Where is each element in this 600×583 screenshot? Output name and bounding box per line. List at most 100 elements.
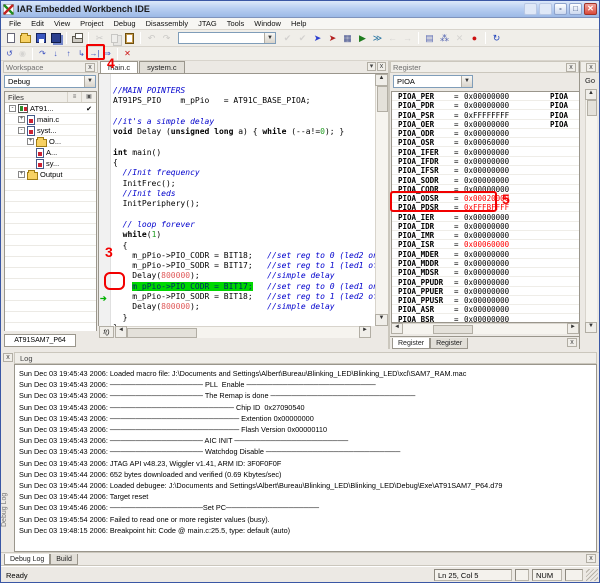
code-line-18[interactable]: m_pPio->PIO_SODR = BIT17; //set reg to 1…	[113, 261, 375, 271]
register-row-pioa_ifdr[interactable]: PIOA_IFDR=0x00000000	[392, 157, 579, 166]
code-line-5[interactable]: void Delay (unsigned long a) { while (--…	[113, 127, 344, 137]
register-row-pioa_pdsr[interactable]: PIOA_PDSR=0xFFFBFFFF	[392, 203, 579, 212]
close-button[interactable]: ✕	[584, 3, 597, 15]
register-row-pioa_per[interactable]: PIOA_PER=0x00000000PIOA	[392, 92, 579, 101]
workspace-config-dropdown[interactable]: Debug ▼	[4, 75, 96, 88]
tab-system-c[interactable]: system.c	[139, 61, 185, 73]
titlebar-extra-button-2[interactable]	[539, 3, 552, 15]
collapse-icon[interactable]: -	[18, 127, 25, 134]
find-next-button[interactable]: ✔	[295, 31, 310, 45]
log-close-icon[interactable]: x	[3, 353, 13, 362]
register-scroll-left-icon[interactable]: ◄	[391, 323, 403, 334]
restart-debugger-button[interactable]: ↻	[489, 31, 504, 45]
code-line-23[interactable]: }	[113, 313, 127, 323]
workspace-close-icon[interactable]: x	[85, 63, 95, 72]
menu-view[interactable]: View	[49, 18, 75, 30]
step-out-button[interactable]: ↑	[62, 48, 75, 60]
code-line-8[interactable]: {	[113, 158, 118, 168]
disassembly-close-icon[interactable]: x	[586, 63, 596, 72]
chevron-down-icon[interactable]: ▼	[461, 76, 472, 87]
collapse-icon[interactable]: -	[9, 105, 16, 112]
print-button[interactable]	[70, 31, 85, 45]
compile-button[interactable]: ≫	[370, 31, 385, 45]
menu-disassembly[interactable]: Disassembly	[141, 18, 194, 30]
copy-button[interactable]	[107, 31, 122, 45]
register-row-pioa_osr[interactable]: PIOA_OSR=0x00060000	[392, 138, 579, 147]
run-to-cursor-button[interactable]: ⇒	[101, 48, 114, 60]
register-row-pioa_sodr[interactable]: PIOA_SODR=0x00000000	[392, 176, 579, 185]
log-output[interactable]: Sun Dec 03 19:45:43 2006: Loaded macro f…	[14, 364, 597, 552]
tree-item-a[interactable]: A...	[5, 147, 96, 158]
expand-icon[interactable]: +	[27, 138, 34, 145]
menu-help[interactable]: Help	[286, 18, 311, 30]
step-into-button[interactable]: ↓	[49, 48, 62, 60]
register-row-pioa_isr[interactable]: PIOA_ISR=0x00060000	[392, 240, 579, 249]
chevron-down-icon[interactable]: ▼	[264, 33, 275, 43]
register-row-pioa_odsr[interactable]: PIOA_ODSR=0x00020000	[392, 194, 579, 203]
register-row-pioa_ppusr[interactable]: PIOA_PPUSR=0x00000000	[392, 296, 579, 305]
previous-button[interactable]: ←	[385, 31, 400, 45]
build-status-column-icon[interactable]: ≡	[68, 92, 82, 102]
menu-tools[interactable]: Tools	[222, 18, 250, 30]
editor-scroll-up-icon[interactable]: ▲	[375, 74, 388, 86]
chevron-down-icon[interactable]: ▼	[84, 76, 95, 87]
editor-hscrollbar[interactable]	[127, 326, 359, 338]
redo-button[interactable]: ↷	[159, 31, 174, 45]
titlebar-extra-button-1[interactable]	[524, 3, 537, 15]
register-tabs-close-icon[interactable]: x	[567, 338, 577, 347]
expand-icon[interactable]: +	[18, 171, 25, 178]
disassembly-vscroll-thumb[interactable]	[587, 100, 597, 116]
paste-button[interactable]	[122, 31, 137, 45]
register-group-dropdown[interactable]: PIOA ▼	[393, 75, 473, 88]
register-row-pioa_bsr[interactable]: PIOA_BSR=0x00000000	[392, 315, 579, 323]
save-button[interactable]	[33, 31, 48, 45]
tree-item-at91[interactable]: -AT91...✔	[5, 103, 96, 114]
resize-grip[interactable]	[586, 569, 598, 581]
register-row-pioa_pdr[interactable]: PIOA_PDR=0x00000000PIOA	[392, 101, 579, 110]
tab-main-c[interactable]: main.c	[100, 61, 138, 73]
register-tab-2[interactable]: Register	[430, 338, 468, 349]
code-line-16[interactable]: {	[113, 241, 127, 251]
breakpoint-gutter[interactable]	[99, 74, 111, 326]
files-column-header[interactable]: Files	[5, 92, 68, 102]
tree-item-syst[interactable]: -syst...	[5, 125, 96, 136]
register-hscroll-thumb[interactable]	[433, 325, 473, 334]
editor-scroll-right-icon[interactable]: ►	[359, 326, 371, 338]
editor-vscroll-thumb[interactable]	[377, 86, 388, 112]
editor-vscrollbar[interactable]	[375, 86, 388, 314]
disassembly-scroll-up-icon[interactable]: ▲	[585, 89, 597, 100]
code-line-9[interactable]: //Init frequency	[113, 168, 200, 178]
register-hscrollbar[interactable]	[403, 323, 567, 334]
reset-button[interactable]: ↺	[3, 48, 16, 60]
code-line-14[interactable]: // loop forever	[113, 220, 195, 230]
register-row-pioa_idr[interactable]: PIOA_IDR=0x00000000	[392, 222, 579, 231]
step-over-button[interactable]: ↷	[36, 48, 49, 60]
code-line-17[interactable]: m_pPio->PIO_CODR = BIT18; //set reg to 0…	[113, 251, 375, 261]
find-button[interactable]: ✔	[280, 31, 295, 45]
debug-button[interactable]: ●	[467, 31, 482, 45]
editor-hscroll-thumb[interactable]	[127, 328, 197, 338]
code-line-11[interactable]: //Init leds	[113, 189, 176, 199]
tab-build[interactable]: Build	[50, 554, 78, 565]
code-line-22[interactable]: Delay(800000); //simple delay	[113, 302, 335, 312]
register-row-pioa_odr[interactable]: PIOA_ODR=0x00000000	[392, 129, 579, 138]
next-statement-button[interactable]: ↳	[75, 48, 88, 60]
code-line-21[interactable]: m_pPio->PIO_SODR = BIT18; //set reg to 1…	[113, 292, 375, 302]
stop-debugging-button[interactable]: ✕	[121, 48, 134, 60]
edit-source-button[interactable]: ▤	[422, 31, 437, 45]
tab-debug-log[interactable]: Debug Log	[4, 554, 50, 565]
message-tabs-close-icon[interactable]: x	[586, 554, 596, 563]
code-line-7[interactable]: int main()	[113, 148, 161, 158]
options-column-icon[interactable]: ▣	[82, 92, 96, 102]
tree-item-output[interactable]: +Output	[5, 169, 96, 180]
disassembly-vscrollbar[interactable]	[585, 100, 597, 322]
code-line-20[interactable]: m_pPio->PIO_CODR = BIT17; //set reg to 0…	[113, 282, 375, 292]
disassembly-scroll-down-icon[interactable]: ▼	[585, 322, 597, 333]
windows-button[interactable]: ▦	[340, 31, 355, 45]
minimize-button[interactable]: -	[554, 3, 567, 15]
code-line-2[interactable]: AT91PS_PIO m_pPio = AT91C_BASE_PIOA;	[113, 96, 310, 106]
register-row-pioa_imr[interactable]: PIOA_IMR=0x00000000	[392, 231, 579, 240]
next-button[interactable]: →	[400, 31, 415, 45]
code-editor[interactable]: ➔ //MAIN POINTERSAT91PS_PIO m_pPio = AT9…	[98, 74, 375, 326]
editor-scroll-down-icon[interactable]: ▼	[375, 314, 388, 326]
